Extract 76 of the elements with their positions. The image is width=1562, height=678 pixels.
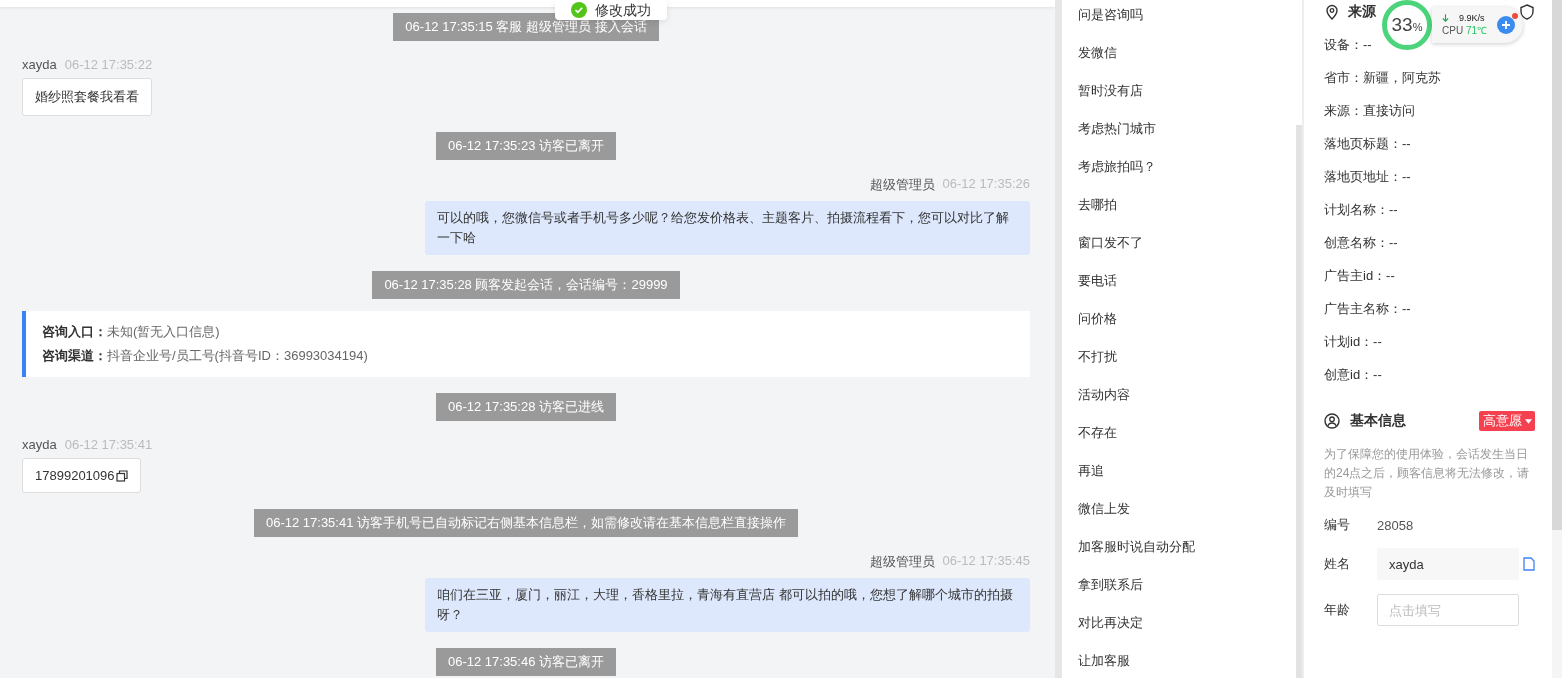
shield-icon[interactable] xyxy=(1519,4,1535,20)
info-label: 咨询入口： xyxy=(42,324,107,339)
source-field: 计划名称：-- xyxy=(1324,193,1398,226)
quick-reply-item[interactable]: 不打扰 xyxy=(1062,346,1296,384)
system-monitor-widget[interactable]: 9.9K/s CPU 71℃ xyxy=(1432,7,1524,43)
section-title: 来源 xyxy=(1348,3,1376,21)
system-message: 06-12 17:35:46 访客已离开 xyxy=(435,648,617,676)
field-label: 姓名 xyxy=(1324,555,1351,573)
source-field: 创意id：-- xyxy=(1324,358,1382,391)
quick-reply-item[interactable]: 考虑热门城市 xyxy=(1062,118,1296,156)
source-field: 设备：-- xyxy=(1324,28,1372,61)
quick-reply-item[interactable]: 窗口发不了 xyxy=(1062,232,1296,270)
source-field: 来源：直接访问 xyxy=(1324,94,1415,127)
notice-text: 为了保障您的使用体验，会话发生当日的24点之后，顾客信息将无法修改，请及时填写 xyxy=(1324,446,1531,501)
message-time: 06-12 17:35:26 xyxy=(942,176,1030,193)
sender-name: 超级管理员 xyxy=(869,176,935,194)
quick-reply-item[interactable]: 考虑旅拍吗？ xyxy=(1062,156,1296,194)
system-message: 06-12 17:35:41 访客手机号已自动标记右侧基本信息栏，如需修改请在基本信息栏直接操作 xyxy=(253,509,799,537)
message-bubble: 咱们在三亚，厦门，丽江，大理，香格里拉，青海有直营店 都可以拍的哦，您想了解哪个城市的拍摄呀？ xyxy=(425,578,1030,632)
info-value: 抖音企业号/员工号(抖音号ID：36993034194) xyxy=(107,348,368,363)
intent-dropdown[interactable]: 高意愿 xyxy=(1479,411,1535,431)
quick-reply-item[interactable]: 要电话 xyxy=(1062,270,1296,308)
network-speed: 9.9K/s xyxy=(1459,13,1485,23)
section-title: 基本信息 xyxy=(1350,412,1406,430)
info-value: 未知(暂无入口信息) xyxy=(107,324,220,339)
sender-name: 超级管理员 xyxy=(869,553,935,571)
message-text: 婚纱照套餐我看看 xyxy=(35,88,139,106)
scrollbar[interactable] xyxy=(1552,0,1562,678)
message-time: 06-12 17:35:45 xyxy=(942,553,1030,570)
cpu-temperature: 71℃ xyxy=(1465,25,1488,36)
quick-reply-item[interactable]: 拿到联系后 xyxy=(1062,574,1296,612)
quick-reply-item[interactable]: 加客服时说自动分配 xyxy=(1062,536,1296,574)
sender-name: xayda xyxy=(22,437,57,452)
message-bubble: 可以的哦，您微信号或者手机号多少呢？给您发价格表、主题客片、拍摄流程看下，您可以对比了解一下哈 xyxy=(425,201,1030,255)
source-field: 落地页地址：-- xyxy=(1324,160,1411,193)
document-icon[interactable] xyxy=(1523,557,1535,571)
source-field: 创意名称：-- xyxy=(1324,226,1398,259)
quick-reply-item[interactable]: 问是咨询吗 xyxy=(1062,4,1296,42)
source-field: 广告主id：-- xyxy=(1324,259,1395,292)
user-circle-icon xyxy=(1324,413,1340,429)
message-time: 06-12 17:35:22 xyxy=(64,57,153,72)
input-field[interactable]: 点击填写 xyxy=(1377,594,1519,626)
info-label: 咨询渠道： xyxy=(42,348,107,363)
quick-reply-item[interactable]: 再追 xyxy=(1062,460,1296,498)
name-field[interactable]: xayda xyxy=(1377,548,1519,580)
down-arrow-icon xyxy=(1442,13,1449,23)
location-pin-icon xyxy=(1324,4,1340,20)
quick-reply-item[interactable]: 让加客服 xyxy=(1062,650,1296,678)
quick-reply-item[interactable]: 暂时没有店 xyxy=(1062,80,1296,118)
message-time: 06-12 17:35:41 xyxy=(64,437,153,452)
message-text: 17899201096 xyxy=(35,468,115,483)
cpu-label: CPU xyxy=(1442,25,1464,36)
caret-icon xyxy=(1525,418,1532,424)
cpu-percent: 33% xyxy=(1391,14,1423,36)
scrollbar[interactable] xyxy=(1296,125,1302,678)
sender-name: xayda xyxy=(22,57,57,72)
quick-reply-item[interactable]: 活动内容 xyxy=(1062,384,1296,422)
system-message: 06-12 17:35:28 访客已进线 xyxy=(435,393,617,421)
system-message: 06-12 17:35:23 访客已离开 xyxy=(435,132,617,160)
quick-reply-item[interactable]: 去哪拍 xyxy=(1062,194,1296,232)
quick-reply-item[interactable]: 发微信 xyxy=(1062,42,1296,80)
quick-reply-item[interactable]: 微信上发 xyxy=(1062,498,1296,536)
cpu-gauge[interactable]: 33% xyxy=(1382,0,1432,50)
source-field: 广告主名称：-- xyxy=(1324,292,1411,325)
quick-reply-item[interactable]: 不存在 xyxy=(1062,422,1296,460)
quick-reply-item[interactable]: 问价格 xyxy=(1062,308,1296,346)
scrollbar[interactable] xyxy=(1055,0,1062,678)
field-label: 年龄 xyxy=(1324,601,1351,619)
field-value: 28058 xyxy=(1377,517,1414,533)
quick-reply-item[interactable]: 对比再决定 xyxy=(1062,612,1296,650)
field-label: 编号 xyxy=(1324,516,1351,534)
source-field: 落地页标题：-- xyxy=(1324,127,1411,160)
system-message: 06-12 17:35:28 顾客发起会话，会话编号：29999 xyxy=(372,271,680,299)
copy-icon[interactable] xyxy=(115,469,128,482)
source-field: 计划id：-- xyxy=(1324,325,1382,358)
source-field: 省市：新疆，阿克苏 xyxy=(1324,61,1441,94)
